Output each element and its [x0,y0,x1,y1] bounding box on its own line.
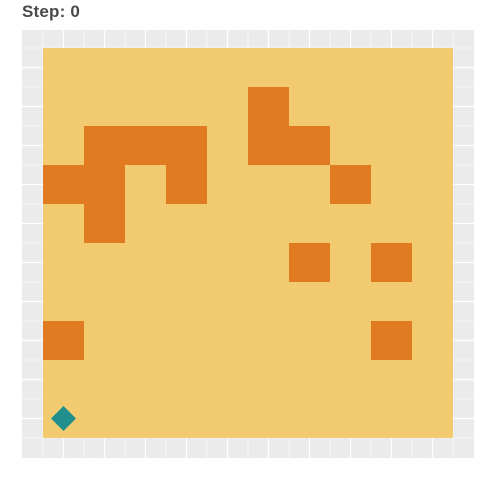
wall-cell [84,204,125,243]
wall-cell [371,321,412,360]
wall-cell [43,165,84,204]
wall-cell [84,126,125,165]
wall-cell [289,243,330,282]
wall-cell [166,165,207,204]
wall-cell [125,126,166,165]
wall-cell [330,165,371,204]
wall-cell [248,87,289,126]
game-board-panel [22,30,474,458]
step-counter: Step: 0 [22,2,81,21]
wall-cell [371,243,412,282]
wall-cell [84,165,125,204]
wall-cell [43,321,84,360]
wall-cell [289,126,330,165]
game-board [22,30,474,458]
wall-cell [248,126,289,165]
wall-cell [166,126,207,165]
